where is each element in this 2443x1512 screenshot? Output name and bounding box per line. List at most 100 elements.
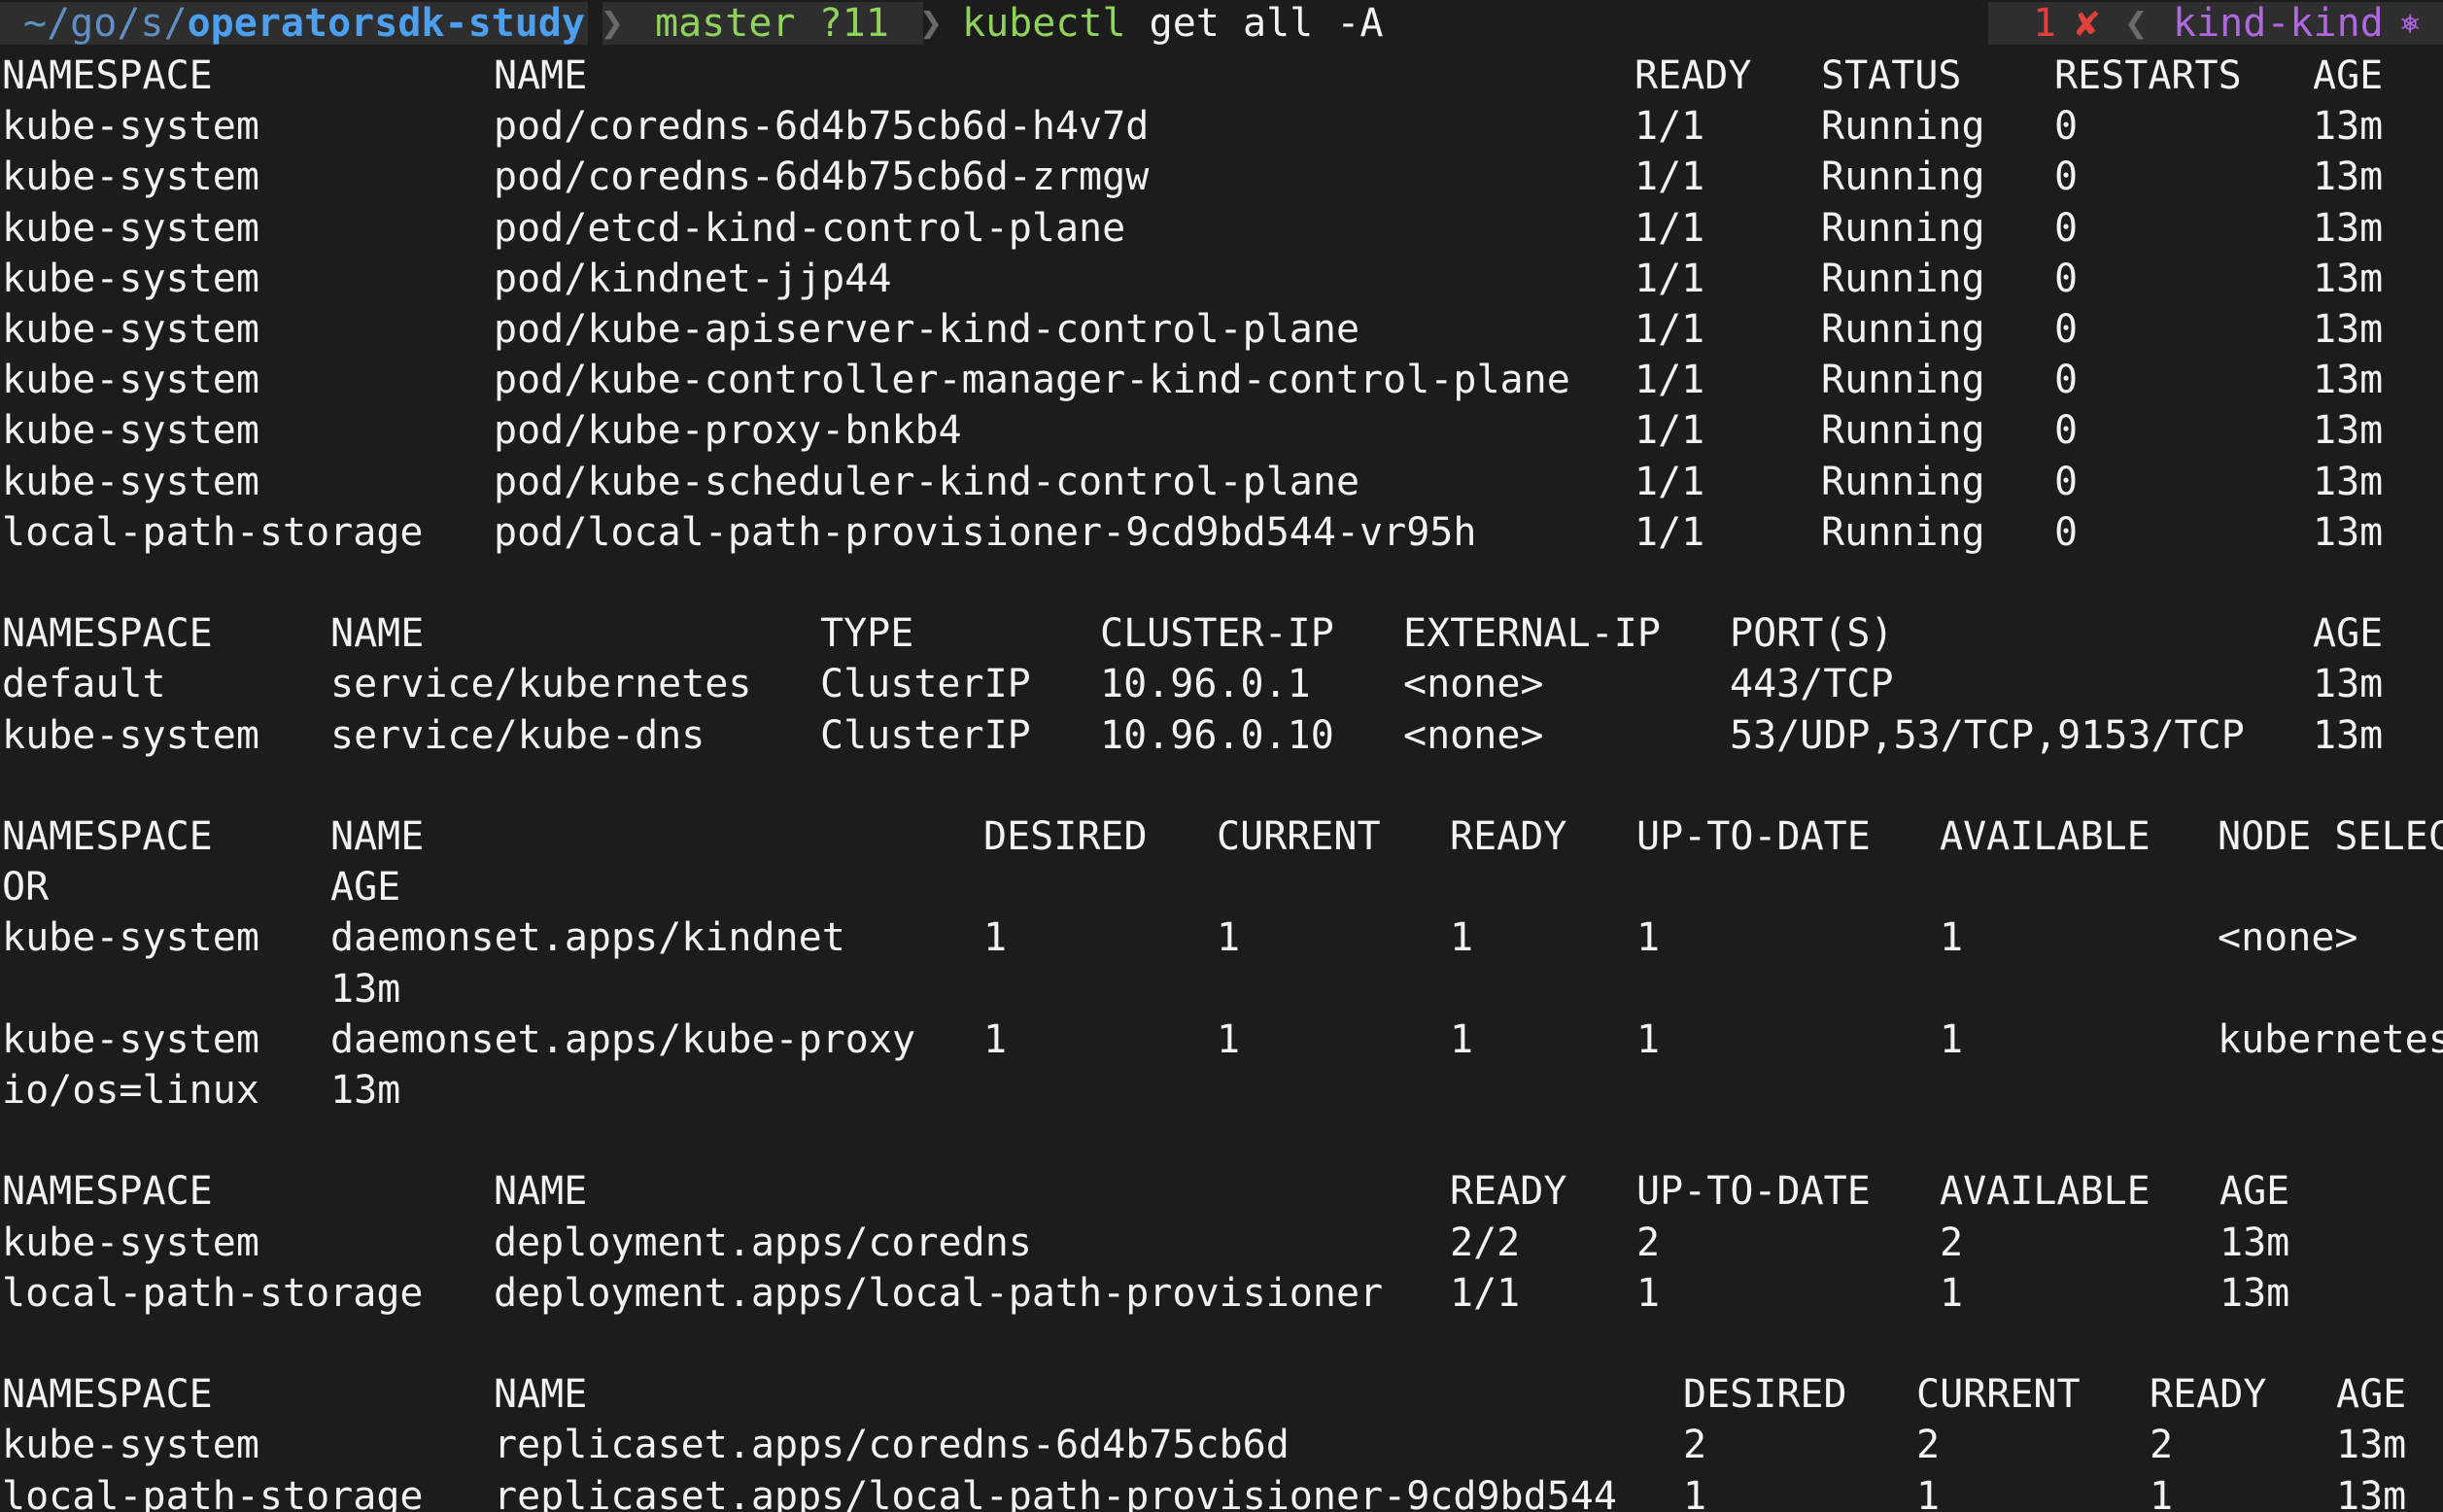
- table-row-cell: 2: [2150, 1423, 2174, 1468]
- table-row-cell: 13m: [2313, 509, 2384, 555]
- table-row-cell: kube-system: [2, 459, 259, 504]
- table-row-cell: 53/UDP,53/TCP,9153/TCP: [1730, 712, 2245, 758]
- table-row-cell: service/kubernetes: [330, 662, 752, 707]
- table-row-cell: 13m: [2313, 205, 2384, 251]
- table-row-cell: pod/etcd-kind-control-plane: [494, 205, 1126, 251]
- error-cross-icon: ✘: [2076, 1, 2100, 46]
- table-row-cell: 1/1: [1634, 104, 1705, 150]
- table-row-cell: 13m: [2313, 307, 2384, 352]
- table-header-cell: DESIRED: [983, 814, 1148, 859]
- table-row-cell: 1: [1450, 1016, 1474, 1062]
- table-row-wrap-cell: 13m: [330, 966, 401, 1012]
- table-row-cell: 13m: [2313, 459, 2384, 504]
- table-row-cell: 0: [2054, 459, 2079, 504]
- table-row-cell: 13m: [2313, 408, 2384, 454]
- table-header-cell: NAME: [494, 1372, 588, 1418]
- table-header-cell: RESTARTS: [2054, 53, 2242, 98]
- table-row-cell: 0: [2054, 104, 2079, 150]
- prompt-path-prefix: ~/go/s/: [23, 1, 188, 46]
- table-row-cell: 13m: [2219, 1270, 2290, 1316]
- table-row-cell: 0: [2054, 256, 2079, 301]
- table-row-cell: 1/1: [1634, 256, 1705, 301]
- table-row-cell: 1: [1636, 915, 1661, 961]
- table-row-wrap-cell: 13m: [330, 1068, 401, 1113]
- segment-separator-icon: ❯: [919, 1, 944, 46]
- table-row-cell: Running: [1821, 459, 1985, 504]
- table-header-cell: READY: [1450, 1169, 1567, 1215]
- table-row-cell: daemonset.apps/kube-proxy: [330, 1016, 916, 1062]
- segment-separator-icon: ❮: [2124, 1, 2149, 46]
- kube-context: kind-kind: [2173, 1, 2384, 46]
- table-row-cell: 0: [2054, 509, 2079, 555]
- table-row-cell: 1: [1940, 915, 1964, 961]
- table-header-cell: NAMESPACE: [2, 814, 213, 859]
- table-row-cell: pod/kindnet-jjp44: [494, 256, 892, 301]
- table-row-cell: Running: [1821, 205, 1985, 251]
- table-row-cell: ClusterIP: [820, 712, 1031, 758]
- table-header-cell: CURRENT: [1916, 1372, 2081, 1418]
- table-row-cell: 1: [2150, 1473, 2174, 1512]
- command-name: kubectl: [962, 1, 1126, 46]
- table-row-cell: 13m: [2336, 1423, 2407, 1468]
- table-row-cell: 0: [2054, 205, 2079, 251]
- table-header-cell: NAME: [330, 611, 425, 657]
- table-row-cell: 13m: [2336, 1473, 2407, 1512]
- table-row-cell: 1/1: [1634, 205, 1705, 251]
- table-row-cell: Running: [1821, 155, 1985, 200]
- table-row-cell: Running: [1821, 307, 1985, 352]
- table-row-cell: 1: [1636, 1016, 1661, 1062]
- table-row-cell: 13m: [2313, 256, 2384, 301]
- table-header-cell: NAME: [330, 814, 425, 859]
- table-row-cell: replicaset.apps/local-path-provisioner-9…: [494, 1473, 1617, 1512]
- table-row-cell: local-path-storage: [2, 509, 424, 555]
- table-header-cell: UP-TO-DATE: [1636, 1169, 1871, 1215]
- table-header-cell: NAME: [494, 53, 588, 98]
- table-row-cell: 443/TCP: [1730, 662, 1894, 707]
- table-row-cell: 13m: [2313, 358, 2384, 403]
- table-header-cell: NAME: [494, 1169, 588, 1215]
- table-row-cell: 1: [1450, 915, 1474, 961]
- table-header-cell: STATUS: [1821, 53, 1962, 98]
- table-row-cell: default: [2, 662, 166, 707]
- table-row-cell: service/kube-dns: [330, 712, 705, 758]
- git-branch-status: master ?11: [655, 1, 889, 46]
- table-row-cell: 0: [2054, 408, 2079, 454]
- table-row-cell: <none>: [1403, 712, 1544, 758]
- table-row-cell: 1: [1217, 915, 1241, 961]
- table-row-cell: ClusterIP: [820, 662, 1031, 707]
- table-header-cell: DESIRED: [1683, 1372, 1847, 1418]
- table-row-cell: Running: [1821, 509, 1985, 555]
- table-row-cell: 0: [2054, 307, 2079, 352]
- table-row-cell: 1: [1940, 1016, 1964, 1062]
- table-row-cell: 1: [1683, 1473, 1707, 1512]
- table-row-wrap-cell: io/os=linux: [2, 1068, 259, 1113]
- prompt-path-dir: operatorsdk-study: [187, 1, 585, 46]
- command-input[interactable]: kubectl get all -A: [962, 0, 1383, 49]
- table-row-cell: replicaset.apps/coredns-6d4b75cb6d: [494, 1423, 1290, 1468]
- table-row-cell: 1/1: [1450, 1270, 1521, 1316]
- table-header-cell: TYPE: [820, 611, 914, 657]
- table-row-cell: Running: [1821, 358, 1985, 403]
- table-row-cell: 1/1: [1634, 307, 1705, 352]
- table-row-cell: 0: [2054, 155, 2079, 200]
- table-row-cell: kube-system: [2, 712, 259, 758]
- table-row-cell: Running: [1821, 408, 1985, 454]
- table-row-cell: 13m: [2219, 1220, 2290, 1265]
- table-row-cell: 2: [1916, 1423, 1941, 1468]
- shell-prompt: ~/go/s/operatorsdk-study ❯ master ?11 ❯ …: [0, 0, 2443, 51]
- table-row-cell: local-path-storage: [2, 1270, 424, 1316]
- table-row-cell: kubernetes: [2218, 1016, 2443, 1062]
- table-row-cell: kube-system: [2, 408, 259, 454]
- command-args: get all -A: [1125, 1, 1384, 46]
- table-header-cell: UP-TO-DATE: [1636, 814, 1871, 859]
- table-row-cell: pod/coredns-6d4b75cb6d-h4v7d: [494, 104, 1150, 150]
- table-row-cell: kube-system: [2, 1220, 259, 1265]
- table-row-cell: kube-system: [2, 155, 259, 200]
- table-row-cell: <none>: [2218, 915, 2358, 961]
- table-row-cell: 1: [983, 915, 1008, 961]
- table-row-cell: 1/1: [1634, 155, 1705, 200]
- table-header-cell: CURRENT: [1217, 814, 1381, 859]
- table-row-cell: 1/1: [1634, 509, 1705, 555]
- table-row-cell: pod/coredns-6d4b75cb6d-zrmgw: [494, 155, 1150, 200]
- prompt-path: ~/go/s/operatorsdk-study: [23, 0, 585, 49]
